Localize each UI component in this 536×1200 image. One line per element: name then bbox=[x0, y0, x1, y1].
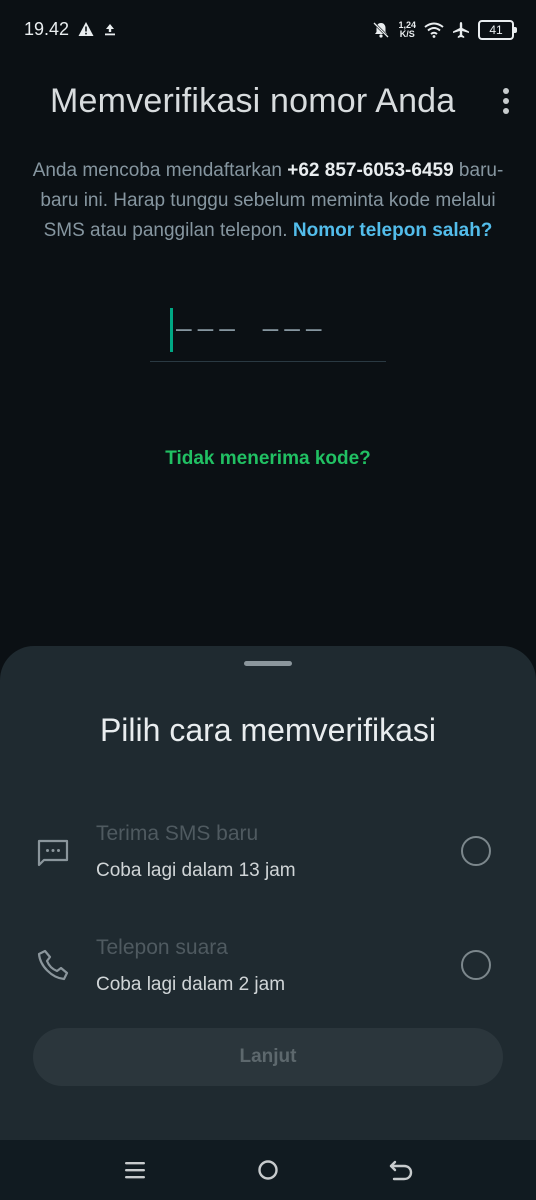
wrong-number-link[interactable]: Nomor telepon salah? bbox=[293, 220, 493, 241]
warning-icon bbox=[78, 22, 94, 36]
description-prefix: Anda mencoba mendaftarkan bbox=[32, 160, 288, 181]
code-placeholder: ——— ——— bbox=[176, 314, 328, 344]
phone-number: +62 857-6053-6459 bbox=[287, 160, 454, 181]
verification-code-input[interactable]: ——— ——— bbox=[150, 306, 386, 362]
status-time: 19.42 bbox=[24, 19, 70, 39]
wifi-icon bbox=[424, 22, 444, 38]
option-call-title: Telepon suara bbox=[96, 936, 228, 959]
did-not-receive-code-link[interactable]: Tidak menerima kode? bbox=[0, 448, 536, 470]
network-speed-unit: K/S bbox=[399, 29, 415, 39]
option-sms[interactable]: Terima SMS baru Coba lagi dalam 13 jam bbox=[0, 814, 536, 898]
option-sms-radio[interactable] bbox=[461, 836, 491, 866]
mute-bell-icon bbox=[373, 22, 390, 38]
verification-method-sheet: Pilih cara memverifikasi Terima SMS baru… bbox=[0, 646, 536, 1140]
recent-apps-icon[interactable] bbox=[120, 1156, 150, 1184]
home-icon[interactable] bbox=[253, 1156, 283, 1184]
back-icon[interactable] bbox=[386, 1156, 416, 1184]
menu-dot bbox=[503, 98, 509, 104]
status-bar: 19.42 1,24 K/S 41 bbox=[0, 0, 536, 60]
status-icons: 1,24 K/S 41 bbox=[372, 16, 517, 44]
menu-dot bbox=[503, 108, 509, 114]
continue-button[interactable]: Lanjut bbox=[33, 1028, 503, 1086]
airplane-icon bbox=[453, 22, 469, 38]
text-cursor bbox=[170, 308, 173, 352]
sms-icon bbox=[37, 839, 69, 867]
more-options-icon[interactable] bbox=[498, 86, 514, 116]
system-nav-bar bbox=[0, 1140, 536, 1200]
sheet-drag-handle[interactable] bbox=[244, 661, 292, 666]
option-sms-title: Terima SMS baru bbox=[96, 822, 259, 845]
menu-dot bbox=[503, 88, 509, 94]
upload-icon bbox=[105, 24, 115, 36]
sheet-title: Pilih cara memverifikasi bbox=[99, 712, 437, 748]
page-title: Memverifikasi nomor Anda bbox=[50, 82, 456, 120]
option-sms-subtitle: Coba lagi dalam 13 jam bbox=[96, 860, 296, 881]
option-voice-call[interactable]: Telepon suara Coba lagi dalam 2 jam bbox=[0, 928, 536, 1012]
network-speed: 1,24 K/S bbox=[398, 21, 416, 39]
option-call-subtitle: Coba lagi dalam 2 jam bbox=[96, 974, 286, 995]
battery-icon: 41 bbox=[478, 20, 517, 40]
option-call-radio[interactable] bbox=[461, 950, 491, 980]
verification-description: Anda mencoba mendaftarkan +62 857-6053-6… bbox=[24, 156, 512, 246]
phone-icon bbox=[37, 949, 69, 981]
